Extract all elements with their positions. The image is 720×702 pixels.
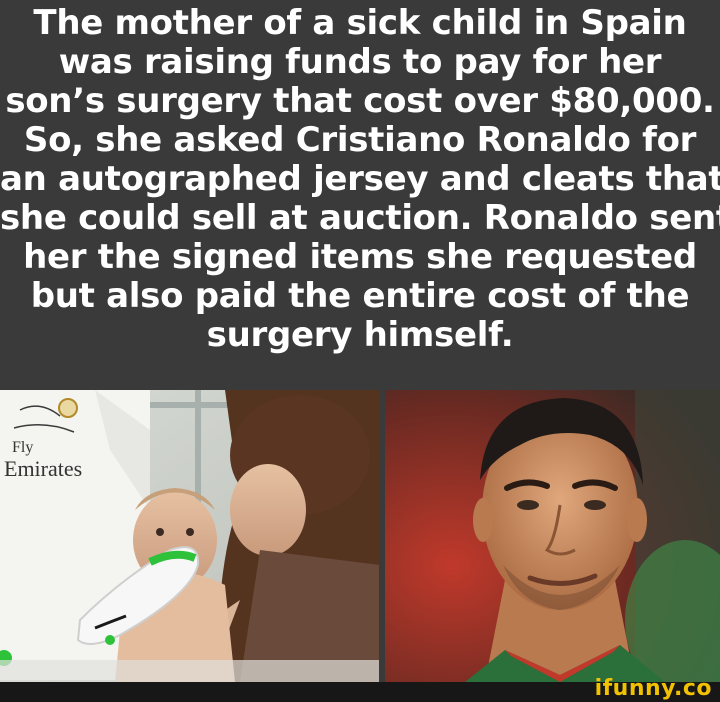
caption-line: surgery himself.: [206, 315, 514, 355]
caption-line: an autographed jersey and cleats that: [0, 159, 720, 199]
caption-line: The mother of a sick child in Spain: [33, 3, 687, 43]
caption-line: but also paid the entire cost of the: [30, 276, 690, 316]
footer-bar: ifunny.co: [0, 676, 720, 702]
caption-line: son’s surgery that cost over $80,000.: [5, 81, 715, 121]
jersey-text-fly: Fly: [12, 439, 33, 456]
caption-line: was raising funds to pay for her: [58, 42, 662, 82]
portrait-photo: [385, 390, 720, 682]
ifunny-watermark: ifunny.co: [594, 676, 712, 701]
meme-card: The mother of a sick child in Spain was …: [0, 0, 720, 702]
caption-line: So, she asked Cristiano Ronaldo for: [23, 120, 697, 160]
hospital-photo: Fly Emirates: [0, 390, 379, 682]
meme-caption: The mother of a sick child in Spain was …: [0, 4, 720, 355]
caption-line: she could sell at auction. Ronaldo sent: [0, 198, 720, 238]
caption-line: her the signed items she requested: [23, 237, 697, 277]
jersey-text-emirates: Emirates: [4, 456, 82, 481]
